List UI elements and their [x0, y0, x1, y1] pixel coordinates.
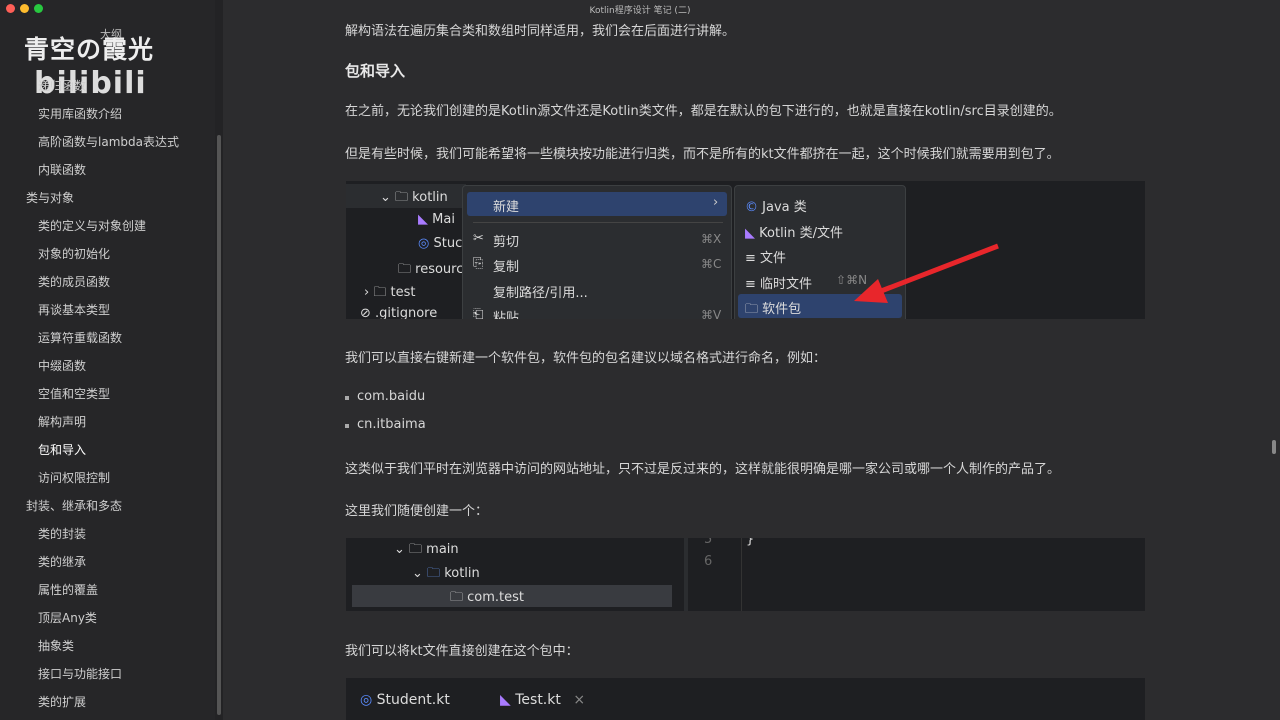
sidebar-item[interactable]: 类与对象: [0, 184, 215, 212]
sidebar-item[interactable]: 类的定义与对象创建: [0, 212, 215, 240]
tree-item: ◎ Stuc: [418, 236, 463, 251]
sidebar-item[interactable]: 类的扩展: [0, 688, 215, 716]
sidebar-item[interactable]: 实用库函数介绍: [0, 100, 215, 128]
tree-item: ⌄ 🗀 kotlin: [380, 190, 448, 205]
paragraph: 这里我们随便创建一个：: [345, 504, 489, 519]
sidebar-item[interactable]: 运算符重载函数: [0, 324, 215, 352]
paragraph: 在之前，无论我们创建的是Kotlin源文件还是Kotlin类文件，都是在默认的包…: [345, 104, 1062, 119]
line-number: 6: [704, 554, 713, 569]
submenu-item-java-class[interactable]: © Java 类: [745, 196, 807, 215]
sidebar-item[interactable]: 接口与功能接口: [0, 660, 215, 688]
sidebar-item[interactable]: 对象的初始化: [0, 240, 215, 268]
red-arrow-annotation: [854, 243, 999, 303]
sidebar-item[interactable]: 空值和空类型: [0, 380, 215, 408]
sidebar-item[interactable]: 顶层Any类: [0, 604, 215, 632]
window-title: Kotlin程序设计 笔记 (二): [589, 5, 691, 16]
code-line: }: [746, 538, 755, 547]
submenu-item-kotlin-file[interactable]: ◣ Kotlin 类/文件: [745, 222, 843, 241]
screenshot-editor-tabs: ◎ Student.kt ◣ Test.kt ×: [346, 678, 1145, 720]
main-scrollbar-thumb[interactable]: [1272, 440, 1276, 454]
sidebar-item[interactable]: 类的继承: [0, 548, 215, 576]
title-bar: Kotlin程序设计 笔记 (二): [0, 0, 1280, 18]
sidebar-item[interactable]: 类的成员函数: [0, 268, 215, 296]
sidebar: 大纲 青空の霞光bilibili 递归函数 实用库函数介绍 高阶函数与lambda表…: [0, 0, 215, 720]
sidebar-item[interactable]: 中缀函数: [0, 352, 215, 380]
screenshot-package-tree: ⌄ 🗀 main ⌄ 🗀 kotlin 🗀 com.test 5 6 }: [346, 538, 1145, 611]
close-tab-icon: ×: [573, 692, 586, 708]
list-item: cn.itbaima: [345, 417, 426, 432]
sidebar-scrollbar-thumb[interactable]: [217, 135, 221, 715]
submenu-item-scratch-file[interactable]: ≡ 临时文件 ⇧⌘N: [745, 273, 867, 292]
tree-item: › 🗀 test: [364, 285, 416, 300]
paragraph: 但是有些时候，我们可能希望将一些模块按功能进行归类，而不是所有的kt文件都挤在一…: [345, 147, 1060, 162]
close-button[interactable]: [6, 4, 15, 13]
minimize-button[interactable]: [20, 4, 29, 13]
tree-item: 🗀 resourc: [398, 262, 464, 277]
sidebar-item[interactable]: 解构声明: [0, 408, 215, 436]
tab-test[interactable]: ◣ Test.kt ×: [500, 692, 585, 708]
window-controls[interactable]: [6, 4, 43, 13]
section-heading: 包和导入: [345, 62, 406, 80]
sidebar-item[interactable]: 类的封装: [0, 520, 215, 548]
sidebar-item[interactable]: 访问权限控制: [0, 464, 215, 492]
paragraph: 我们可以直接右键新建一个软件包，软件包的包名建议以域名格式进行命名，例如：: [345, 351, 827, 366]
tab-student[interactable]: ◎ Student.kt: [360, 692, 450, 708]
outline-nav: 递归函数 实用库函数介绍 高阶函数与lambda表达式 内联函数 类与对象 类的定义与对象…: [0, 72, 215, 716]
sidebar-item[interactable]: 包和导入: [0, 436, 215, 464]
paragraph: 我们可以将kt文件直接创建在这个包中：: [345, 644, 579, 659]
context-menu: 新建 › ✂ 剪切 ⌘X ⎘ 复制 ⌘C 复制路径/引用... ⎗ 粘贴 ⌘V: [462, 185, 732, 319]
sidebar-item[interactable]: 内联函数: [0, 156, 215, 184]
line-number: 5: [704, 538, 713, 547]
sidebar-item[interactable]: 属性的覆盖: [0, 576, 215, 604]
maximize-button[interactable]: [34, 4, 43, 13]
sidebar-item[interactable]: 递归函数: [0, 72, 215, 100]
menu-item-new[interactable]: 新建 ›: [467, 192, 727, 216]
paragraph: 这类似于我们平时在浏览器中访问的网站地址，只不过是反过来的，这样就能很明确是哪一…: [345, 462, 1061, 477]
tree-item: ⌄ 🗀 kotlin: [412, 566, 480, 581]
sidebar-item[interactable]: 封装、继承和多态: [0, 492, 215, 520]
screenshot-context-menu: ⌄ 🗀 kotlin ◣ Mai ◎ Stuc 🗀 resourc › 🗀 te…: [346, 181, 1145, 319]
tree-item: ⊘ .gitignore: [360, 306, 438, 319]
tree-item-selected[interactable]: 🗀 com.test: [450, 588, 524, 610]
sidebar-item[interactable]: 再谈基本类型: [0, 296, 215, 324]
sidebar-item[interactable]: 高阶函数与lambda表达式: [0, 128, 215, 156]
tree-item: ⌄ 🗀 main: [394, 542, 459, 557]
list-item: com.baidu: [344, 389, 426, 404]
submenu-item-file[interactable]: ≡ 文件: [745, 247, 786, 266]
paragraph: 解构语法在遍历集合类和数组时同样适用，我们会在后面进行讲解。: [345, 24, 736, 39]
sidebar-item[interactable]: 抽象类: [0, 632, 215, 660]
tree-item: ◣ Mai: [418, 212, 455, 227]
